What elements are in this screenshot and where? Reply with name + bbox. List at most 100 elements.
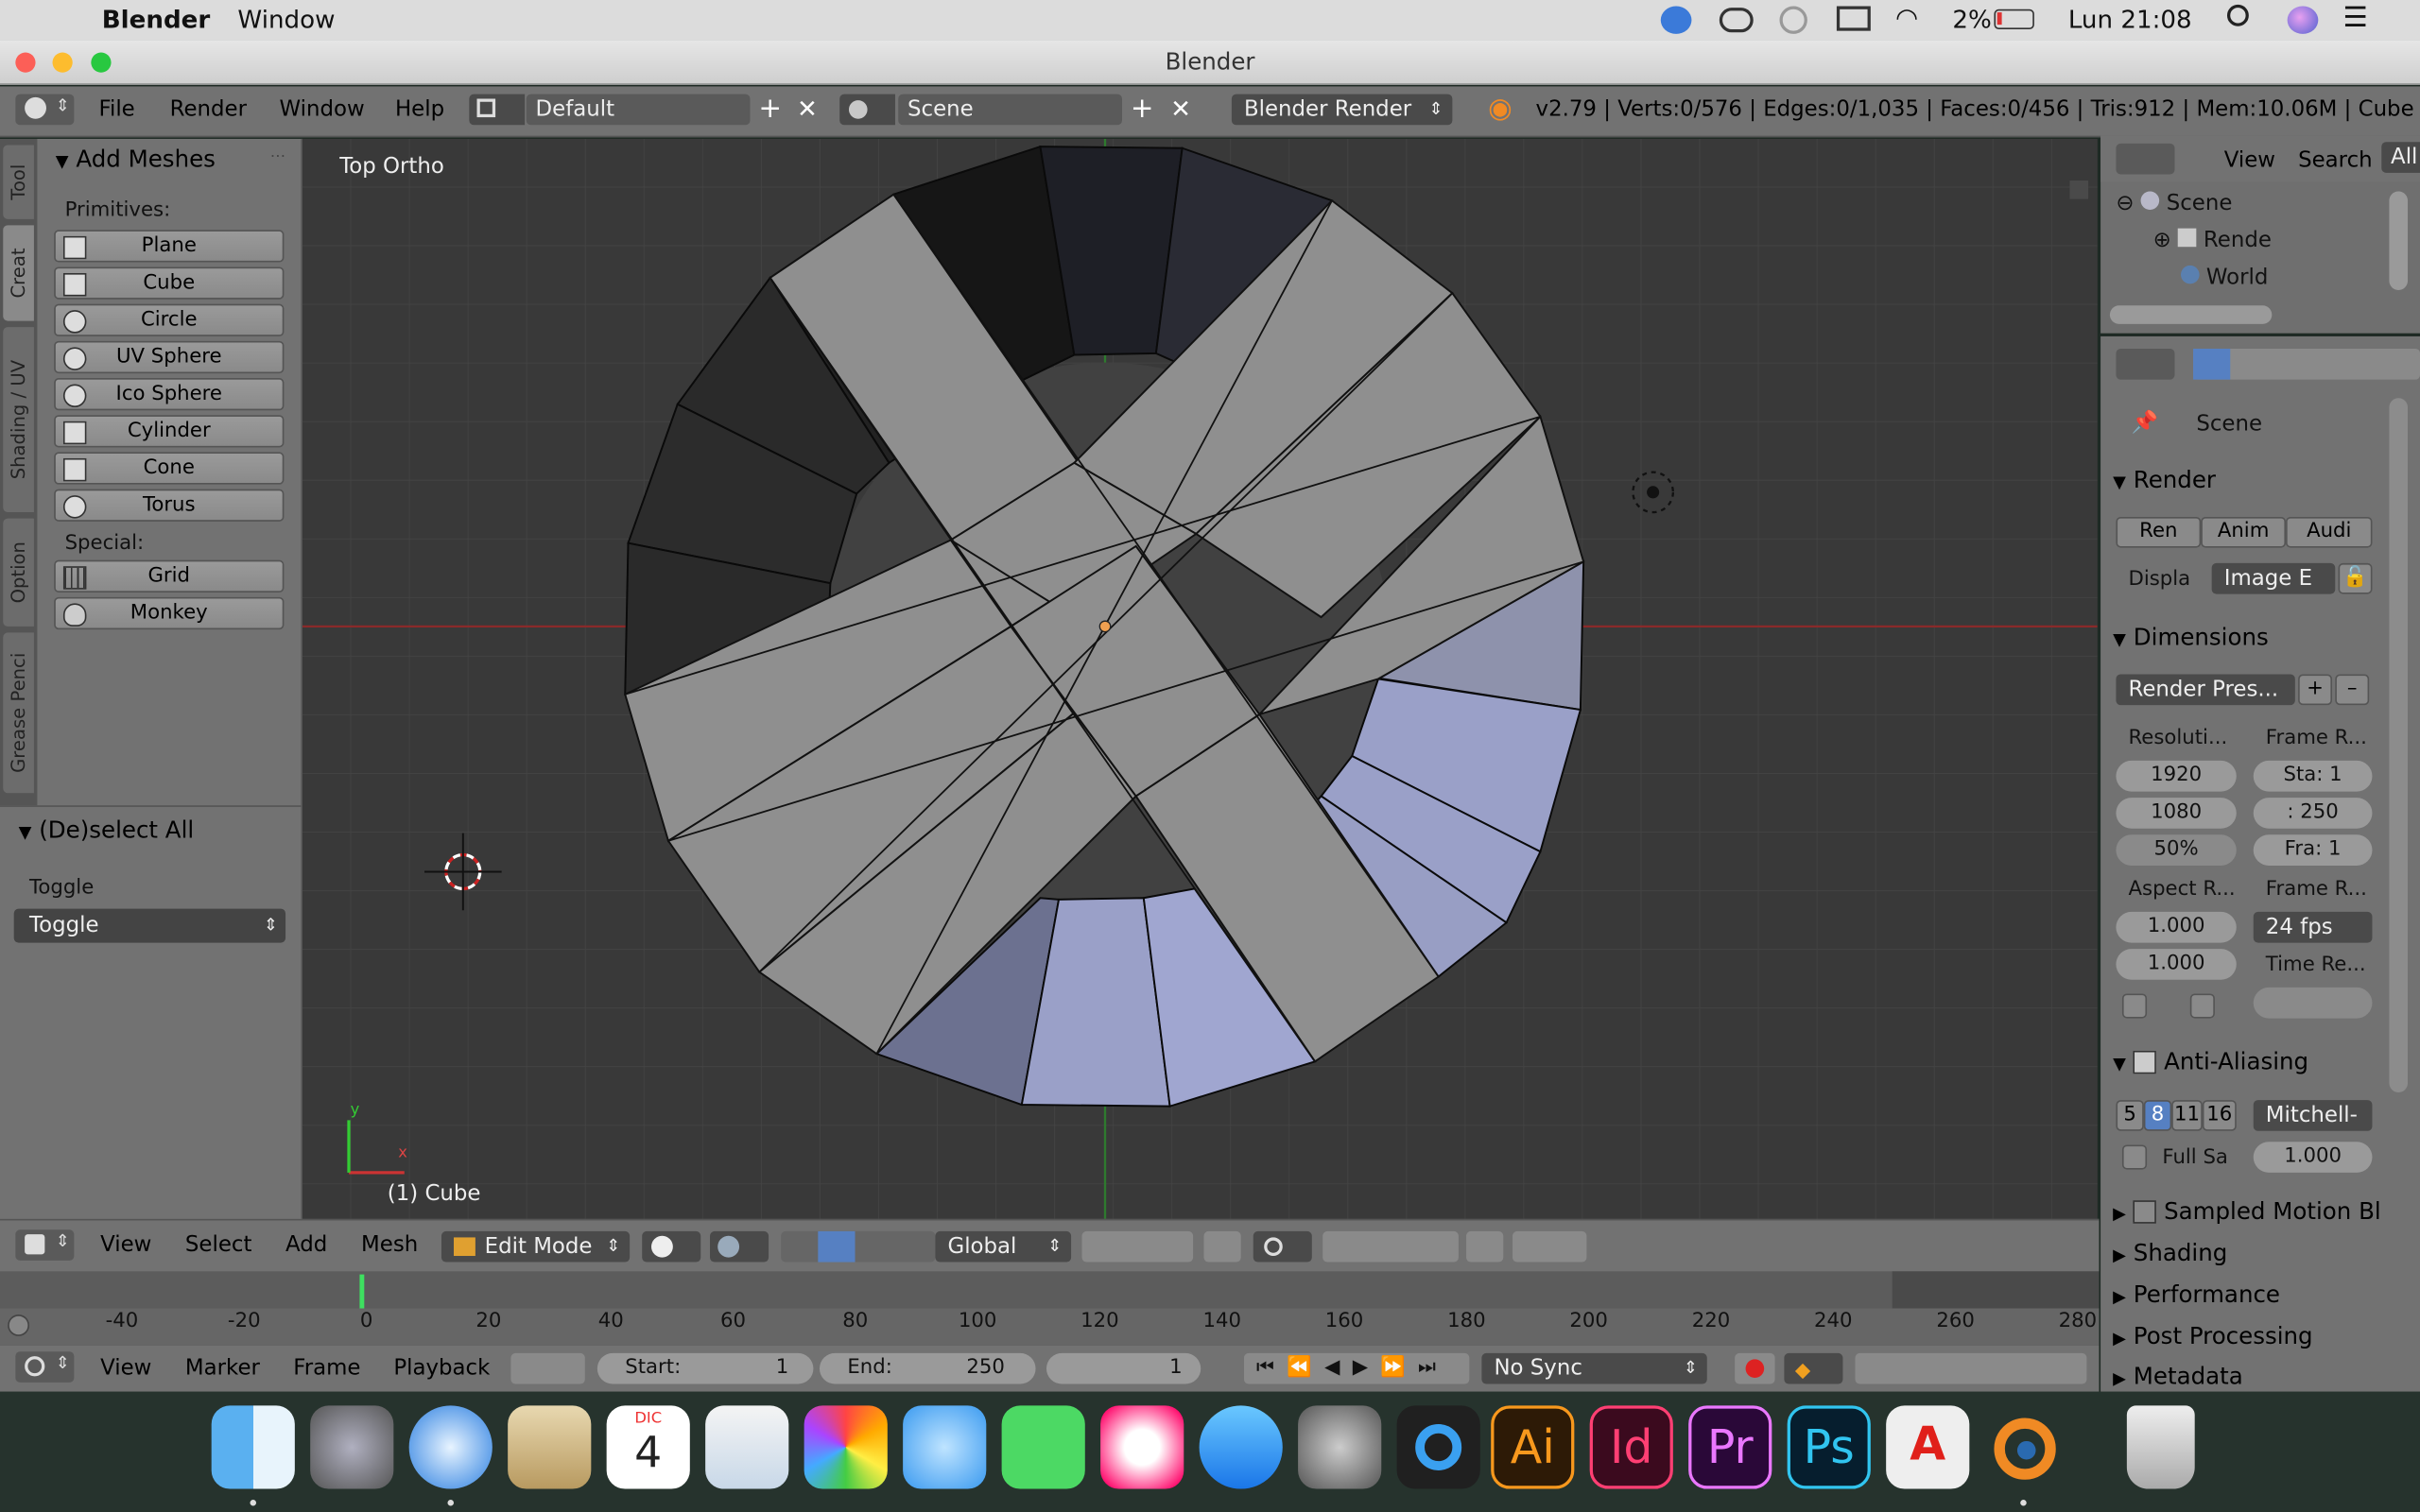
remove-layout-icon[interactable]: ✕ xyxy=(792,94,823,126)
mode-dropdown[interactable]: Edit Mode ⇕ xyxy=(441,1230,631,1263)
pin-icon[interactable]: 📌 xyxy=(2132,410,2158,435)
tab-shading-uv[interactable]: Shading / UV xyxy=(3,327,34,513)
indesign-icon[interactable]: Id xyxy=(1589,1405,1673,1489)
menu-add[interactable]: Add xyxy=(285,1233,327,1264)
proportional-edit-dropdown[interactable] xyxy=(1253,1230,1312,1263)
menu-file[interactable]: File xyxy=(98,94,134,126)
resolution-x-field[interactable]: 1920 xyxy=(2116,760,2237,792)
outliner-display-dropdown[interactable]: All xyxy=(2381,142,2420,173)
outliner-item-render[interactable]: ⊕ Rende xyxy=(2153,228,2272,253)
remove-scene-icon[interactable]: ✕ xyxy=(1166,94,1197,126)
trash-icon[interactable] xyxy=(2126,1405,2195,1489)
time-remap-fields[interactable] xyxy=(2253,987,2373,1019)
preview-icon[interactable] xyxy=(705,1405,789,1489)
siri-icon[interactable] xyxy=(2287,6,2319,34)
frame-start-field[interactable]: Sta: 1 xyxy=(2253,760,2373,792)
add-preset-icon[interactable]: + xyxy=(2298,674,2333,706)
editor-type-properties-button[interactable] xyxy=(2116,348,2175,380)
timeline-menu-view[interactable]: View xyxy=(100,1356,151,1387)
airplay-icon[interactable] xyxy=(1836,6,1871,31)
messages-icon[interactable] xyxy=(903,1405,987,1489)
add-cylinder-button[interactable]: Cylinder xyxy=(54,415,285,448)
menu-view[interactable]: View xyxy=(100,1233,151,1264)
sync-mode-dropdown[interactable]: No Sync ⇕ xyxy=(1481,1352,1707,1384)
border-checkbox[interactable] xyxy=(2121,993,2148,1019)
outliner-hscrollbar[interactable] xyxy=(2109,305,2273,324)
3d-viewport[interactable]: Top Ortho (1) Cube x y xyxy=(302,138,2098,1219)
tab-tool[interactable]: Tool xyxy=(3,145,34,219)
display-dropdown[interactable]: Image E xyxy=(2211,562,2336,594)
add-uv-sphere-button[interactable]: UV Sphere xyxy=(54,340,285,374)
shading-section-header[interactable]: ▶ Shading xyxy=(2113,1239,2227,1266)
add-meshes-header[interactable]: ▼ Add Meshes xyxy=(56,145,216,172)
aa-samples-5[interactable]: 5 xyxy=(2116,1100,2144,1131)
editor-type-3d-button[interactable]: ⇕ xyxy=(15,1229,75,1261)
select-mode-buttons[interactable] xyxy=(1081,1230,1194,1263)
editor-type-info-button[interactable]: ⇕ xyxy=(15,94,75,126)
start-frame-field[interactable]: Start: 1 xyxy=(596,1352,814,1384)
performance-section-header[interactable]: ▶ Performance xyxy=(2113,1280,2280,1308)
resolution-y-field[interactable]: 1080 xyxy=(2116,798,2237,829)
outliner-menu-view[interactable]: View xyxy=(2224,148,2275,180)
calendar-icon[interactable]: DIC 4 xyxy=(606,1405,690,1489)
properties-scrollbar[interactable] xyxy=(2389,398,2409,1092)
remove-preset-icon[interactable]: – xyxy=(2335,674,2370,706)
action-dropdown[interactable]: Toggle ⇕ xyxy=(13,908,286,943)
timeline-scroll-handle[interactable] xyxy=(8,1314,30,1336)
aa-samples-16[interactable]: 16 xyxy=(2202,1100,2237,1131)
aspect-x-field[interactable]: 1.000 xyxy=(2116,911,2237,943)
editor-type-timeline-button[interactable]: ⇕ xyxy=(15,1351,75,1383)
render-animation-button[interactable]: Anim xyxy=(2201,516,2287,548)
render-audio-button[interactable]: Audi xyxy=(2286,516,2373,548)
current-frame-field[interactable]: 1 xyxy=(1046,1352,1201,1384)
limit-selection-button[interactable] xyxy=(1203,1230,1241,1263)
panel-drag-icon[interactable]: ⋯ xyxy=(270,148,285,165)
timeline[interactable]: -40 -20 0 20 40 60 80 100 120 140 160 180 200 220 240 2… xyxy=(0,1271,2100,1346)
snap-buttons[interactable] xyxy=(1322,1230,1459,1263)
menu-render[interactable]: Render xyxy=(170,94,247,126)
battery-icon[interactable] xyxy=(1994,9,2034,30)
photos-icon[interactable] xyxy=(804,1405,888,1489)
aa-samples-11[interactable]: 11 xyxy=(2171,1100,2203,1131)
pivot-point-dropdown[interactable] xyxy=(710,1230,769,1263)
aa-filter-dropdown[interactable]: Mitchell- xyxy=(2253,1100,2373,1131)
resolution-percent-slider[interactable]: 50% xyxy=(2116,834,2237,866)
add-scene-icon[interactable]: + xyxy=(1127,94,1158,126)
window-menu[interactable]: Window xyxy=(237,5,335,34)
motion-blur-section-header[interactable]: ▶ Sampled Motion Bl xyxy=(2113,1197,2381,1225)
activity-icon[interactable] xyxy=(1779,6,1807,34)
mail-icon[interactable] xyxy=(508,1405,592,1489)
filter-size-field[interactable]: 1.000 xyxy=(2253,1142,2373,1173)
frame-rate-dropdown[interactable]: 24 fps xyxy=(2253,911,2373,943)
outliner-menu-search[interactable]: Search xyxy=(2298,148,2373,180)
add-plane-button[interactable]: Plane xyxy=(54,230,285,263)
crop-checkbox[interactable] xyxy=(2189,993,2215,1019)
safari-icon[interactable] xyxy=(408,1405,493,1489)
tab-grease-pencil[interactable]: Grease Penci xyxy=(3,632,34,794)
menu-select[interactable]: Select xyxy=(185,1233,252,1264)
render-engine-dropdown[interactable]: Blender Render ⇕ xyxy=(1231,94,1453,126)
spotlight-icon[interactable] xyxy=(2226,4,2249,26)
add-circle-button[interactable]: Circle xyxy=(54,303,285,336)
app-menu[interactable]: Blender xyxy=(102,5,210,34)
viewport-shading-dropdown[interactable] xyxy=(642,1230,701,1263)
aa-samples-8[interactable]: 8 xyxy=(2143,1100,2172,1131)
app-store-icon[interactable] xyxy=(1199,1405,1283,1489)
finder-icon[interactable] xyxy=(211,1405,295,1489)
add-cone-button[interactable]: Cone xyxy=(54,452,285,485)
menu-mesh[interactable]: Mesh xyxy=(361,1233,418,1264)
render-section-header[interactable]: ▼ Render xyxy=(2113,466,2216,493)
add-ico-sphere-button[interactable]: Ico Sphere xyxy=(54,378,285,411)
metadata-section-header[interactable]: ▶ Metadata xyxy=(2113,1363,2243,1390)
scene-icon[interactable] xyxy=(839,94,895,126)
lock-interface-icon[interactable]: 🔓 xyxy=(2338,562,2373,594)
record-button[interactable] xyxy=(1735,1352,1775,1384)
render-image-button[interactable]: Ren xyxy=(2116,516,2202,548)
render-context-tab[interactable] xyxy=(2193,348,2231,380)
keying-set-dropdown[interactable]: ◆ xyxy=(1784,1352,1843,1384)
anti-aliasing-section-header[interactable]: ▼ Anti-Aliasing xyxy=(2113,1048,2308,1075)
screen-layout-icon[interactable] xyxy=(469,94,526,126)
timeline-menu-frame[interactable]: Frame xyxy=(293,1356,360,1387)
current-frame-indicator[interactable] xyxy=(359,1274,365,1309)
outliner-vscrollbar[interactable] xyxy=(2389,191,2409,290)
